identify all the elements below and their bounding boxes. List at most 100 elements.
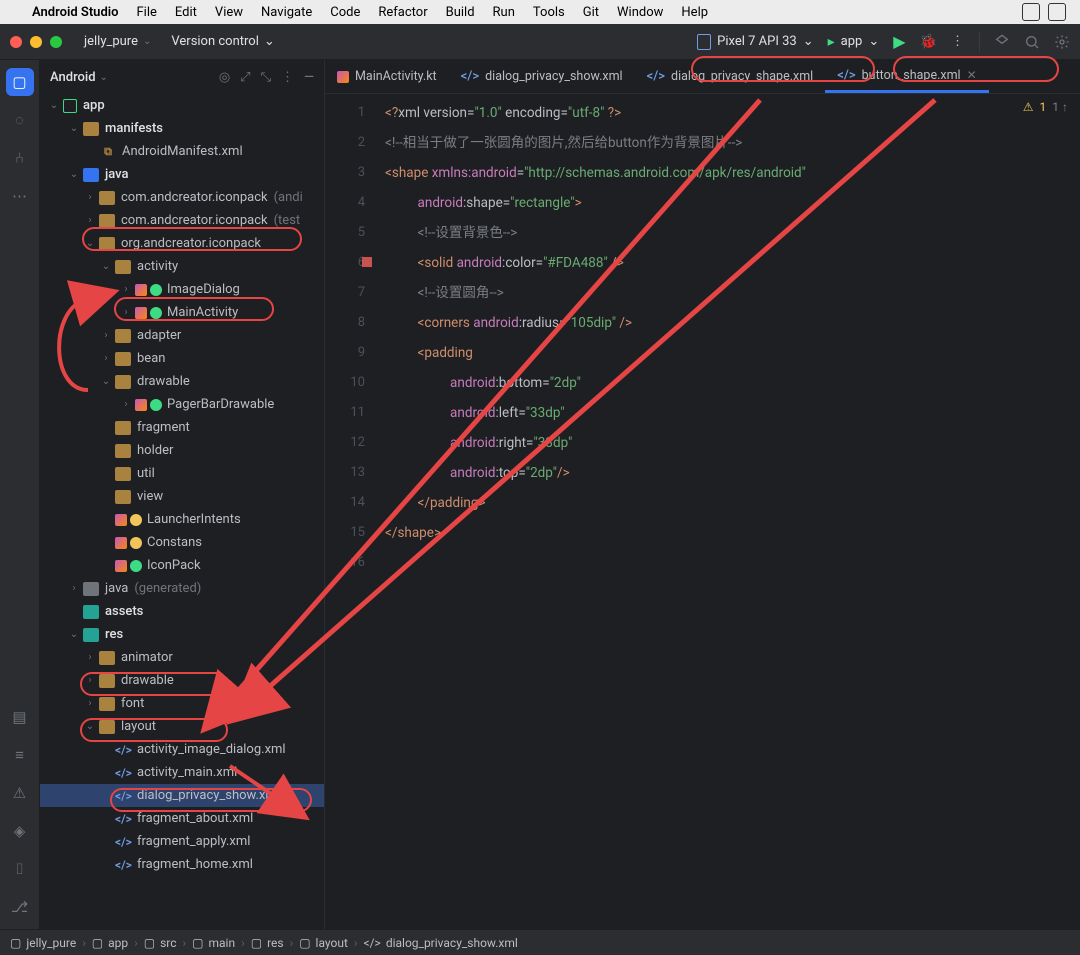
menu-refactor[interactable]: Refactor <box>378 5 427 20</box>
tree-iconpack[interactable]: IconPack <box>40 554 324 577</box>
tree-l1[interactable]: </>activity_image_dialog.xml <box>40 738 324 761</box>
tree-assets[interactable]: assets <box>40 600 324 623</box>
tab-dialog-privacy-show[interactable]: </>dialog_privacy_show.xml <box>449 60 635 93</box>
project-tool-button[interactable]: ▢ <box>6 68 34 96</box>
collapse-icon[interactable]: ⤡ <box>261 70 271 85</box>
menu-navigate[interactable]: Navigate <box>261 5 312 20</box>
tree-manifests[interactable]: ⌄manifests <box>40 117 324 140</box>
tree-java[interactable]: ⌄java <box>40 163 324 186</box>
crumb-layout[interactable]: ▢ layout <box>299 936 348 950</box>
run-button[interactable]: ▶ <box>893 32 905 51</box>
tree-pagerbardrawable[interactable]: ›PagerBarDrawable <box>40 393 324 416</box>
tree-bean[interactable]: ›bean <box>40 347 324 370</box>
tab-dialog-privacy-shape[interactable]: </>dialog_privacy_shape.xml <box>635 60 826 93</box>
inspection-widget[interactable]: ⚠ 1 1 ↑ <box>1023 100 1068 114</box>
crumb-project[interactable]: ▢ jelly_pure <box>10 936 76 950</box>
window-close-button[interactable] <box>10 36 22 48</box>
chevron-down-icon: ⌄ <box>143 36 151 47</box>
tree-drawable[interactable]: ›drawable <box>40 669 324 692</box>
menu-code[interactable]: Code <box>330 5 360 20</box>
terminal-tool-button[interactable]: ⌷ <box>6 855 34 883</box>
menubar-app-name[interactable]: Android Studio <box>32 5 119 20</box>
problems-tool-button[interactable]: ⚠ <box>6 779 34 807</box>
device-selector[interactable]: Pixel 7 API 33 ⌄ <box>697 34 813 50</box>
menu-file[interactable]: File <box>137 5 157 20</box>
tree-imagedialog[interactable]: ›ImageDialog <box>40 278 324 301</box>
tree-res[interactable]: ⌄res <box>40 623 324 646</box>
tab-button-shape[interactable]: </>button_shape.xml✕ <box>825 60 988 93</box>
menu-window[interactable]: Window <box>617 5 663 20</box>
code-with-me-icon[interactable] <box>994 34 1010 50</box>
search-icon[interactable] <box>1024 34 1040 50</box>
crumb-res[interactable]: ▢ res <box>251 936 284 950</box>
tree-drawable-pkg[interactable]: ⌄drawable <box>40 370 324 393</box>
project-tree[interactable]: ⌄app ⌄manifests ⧉AndroidManifest.xml ⌄ja… <box>40 94 324 929</box>
expand-icon[interactable]: ⤢ <box>240 70 250 85</box>
vcs-tool-button[interactable]: ⎇ <box>6 893 34 921</box>
project-view-selector[interactable]: Android ⌄ <box>50 70 108 85</box>
gutter[interactable]: 1 2 3 4 5 6 7 8 9 10 11 12 13 14 15 16 <box>325 94 375 929</box>
vcs-selector[interactable]: Version control ⌄ <box>171 34 274 49</box>
run-config-selector[interactable]: ▸ app ⌄ <box>828 34 880 50</box>
bookmarks-tool-button[interactable]: ▤ <box>6 703 34 731</box>
xml-icon: </> <box>647 69 665 84</box>
tree-adapter[interactable]: ›adapter <box>40 324 324 347</box>
menubar-icon-1[interactable] <box>1022 3 1040 21</box>
options-icon[interactable]: ⋮ <box>281 70 294 85</box>
menu-tools[interactable]: Tools <box>533 5 565 20</box>
tree-pkg3[interactable]: ⌄org.andcreator.iconpack <box>40 232 324 255</box>
tree-l2[interactable]: </>activity_main.xml <box>40 761 324 784</box>
xml-icon: </> <box>115 743 131 757</box>
profiler-tool-button[interactable]: ◈ <box>6 817 34 845</box>
tree-pkg1[interactable]: ›com.andcreator.iconpack(andi <box>40 186 324 209</box>
crumb-app[interactable]: ▢ app <box>92 936 128 950</box>
settings-icon[interactable] <box>1054 34 1070 50</box>
menubar-icon-2[interactable] <box>1048 3 1066 21</box>
tree-holder[interactable]: holder <box>40 439 324 462</box>
tree-l6[interactable]: </>fragment_home.xml <box>40 853 324 876</box>
tree-view[interactable]: view <box>40 485 324 508</box>
tree-activity[interactable]: ⌄activity <box>40 255 324 278</box>
menu-view[interactable]: View <box>215 5 243 20</box>
tree-constans[interactable]: Constans <box>40 531 324 554</box>
crumb-main[interactable]: ▢ main <box>192 936 235 950</box>
tree-fragment[interactable]: fragment <box>40 416 324 439</box>
tree-animator[interactable]: ›animator <box>40 646 324 669</box>
tree-java-gen[interactable]: ›java(generated) <box>40 577 324 600</box>
commit-tool-button[interactable]: ◌ <box>6 106 34 134</box>
project-selector[interactable]: jelly_pure ⌄ <box>84 34 151 49</box>
tree-font[interactable]: ›font <box>40 692 324 715</box>
module-icon <box>63 99 77 113</box>
tree-pkg2[interactable]: ›com.andcreator.iconpack(test <box>40 209 324 232</box>
crumb-src[interactable]: ▢ src <box>144 936 177 950</box>
more-tool-button[interactable]: ⋯ <box>6 182 34 210</box>
debug-button[interactable]: 🐞 <box>920 34 937 50</box>
tree-layout[interactable]: ⌄layout <box>40 715 324 738</box>
build-tool-button[interactable]: ≡ <box>6 741 34 769</box>
tree-l4[interactable]: </>fragment_about.xml <box>40 807 324 830</box>
window-zoom-button[interactable] <box>50 36 62 48</box>
tree-mainactivity[interactable]: ›MainActivity <box>40 301 324 324</box>
menu-edit[interactable]: Edit <box>175 5 197 20</box>
menu-help[interactable]: Help <box>681 5 708 20</box>
menu-git[interactable]: Git <box>583 5 599 20</box>
window-minimize-button[interactable] <box>30 36 42 48</box>
tree-app[interactable]: ⌄app <box>40 94 324 117</box>
code-content[interactable]: <?xml version="1.0" encoding="utf-8" ?> … <box>375 94 1080 929</box>
crumb-file[interactable]: </> dialog_privacy_show.xml <box>363 936 517 950</box>
more-actions-button[interactable]: ⋮ <box>951 34 965 49</box>
xml-icon: </> <box>461 69 479 84</box>
scope-icon[interactable]: ◎ <box>219 70 230 85</box>
close-icon[interactable]: ✕ <box>967 68 977 82</box>
hide-panel-icon[interactable]: — <box>304 70 314 85</box>
tree-androidmanifest[interactable]: ⧉AndroidManifest.xml <box>40 140 324 163</box>
tree-launcherintents[interactable]: LauncherIntents <box>40 508 324 531</box>
structure-tool-button[interactable]: ⑃ <box>6 144 34 172</box>
tab-mainactivity[interactable]: MainActivity.kt <box>325 60 449 93</box>
tree-l5[interactable]: </>fragment_apply.xml <box>40 830 324 853</box>
tree-l3[interactable]: </>dialog_privacy_show.xml <box>40 784 324 807</box>
menu-run[interactable]: Run <box>493 5 515 20</box>
menu-build[interactable]: Build <box>446 5 475 20</box>
gutter-color-swatch[interactable] <box>362 257 372 267</box>
tree-util[interactable]: util <box>40 462 324 485</box>
